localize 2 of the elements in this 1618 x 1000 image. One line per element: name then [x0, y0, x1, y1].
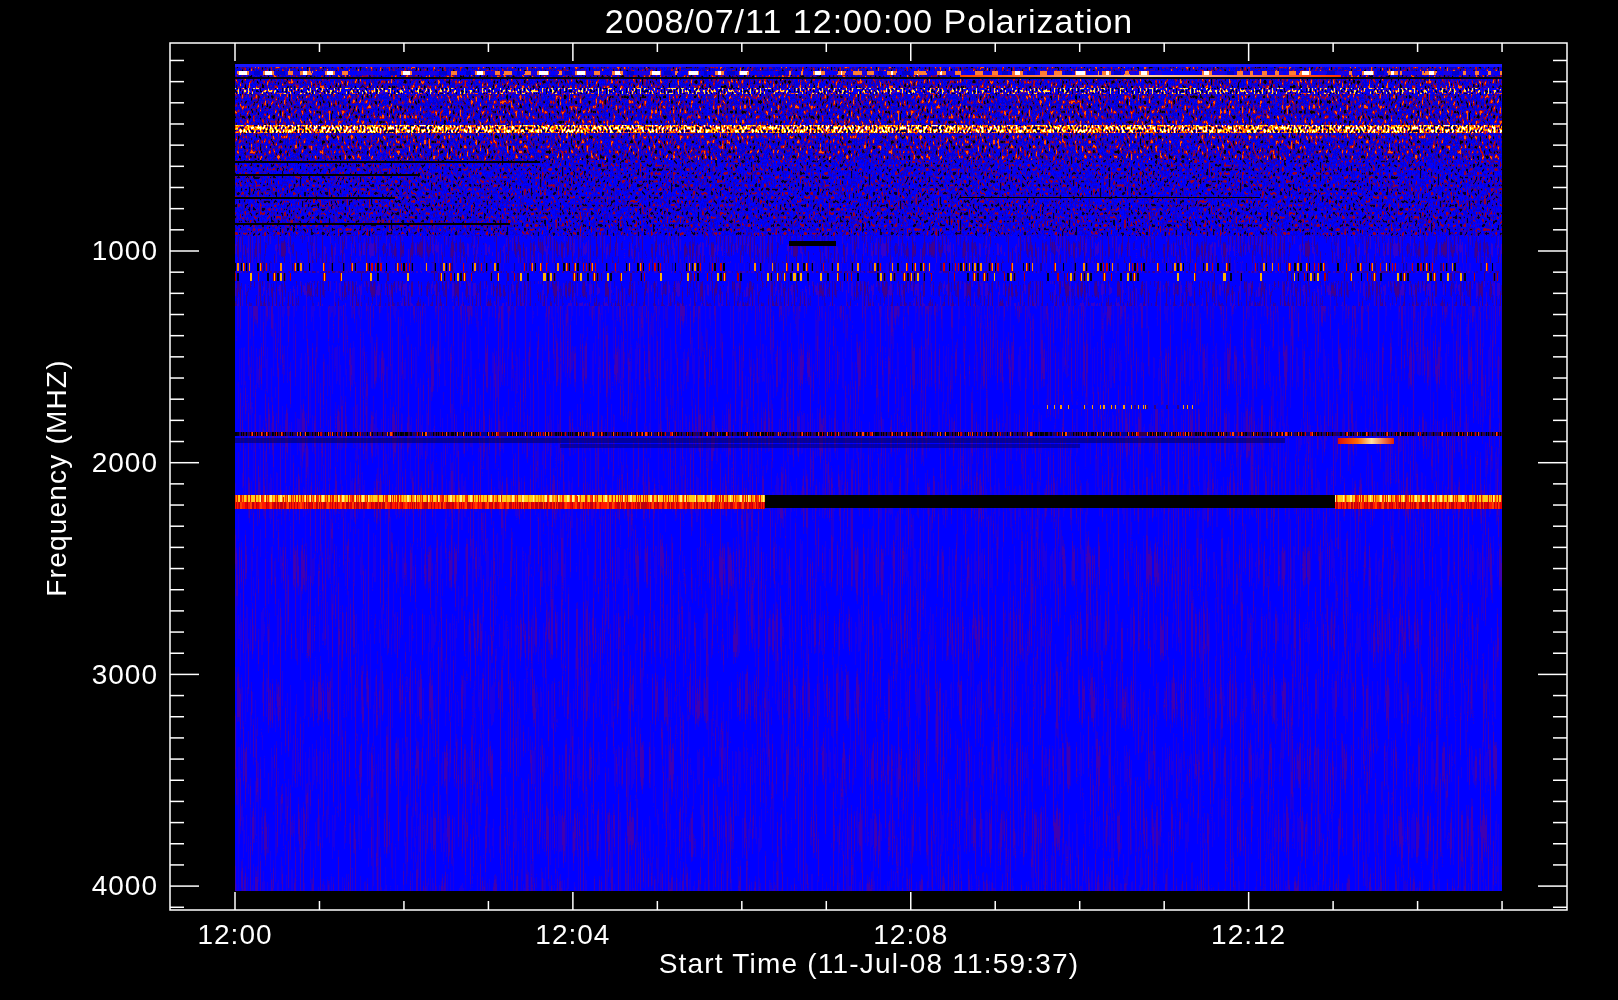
- x-axis-label: Start Time (11-Jul-08 11:59:37): [658, 950, 1080, 978]
- y-axis-label: Frequency (MHZ): [43, 359, 71, 597]
